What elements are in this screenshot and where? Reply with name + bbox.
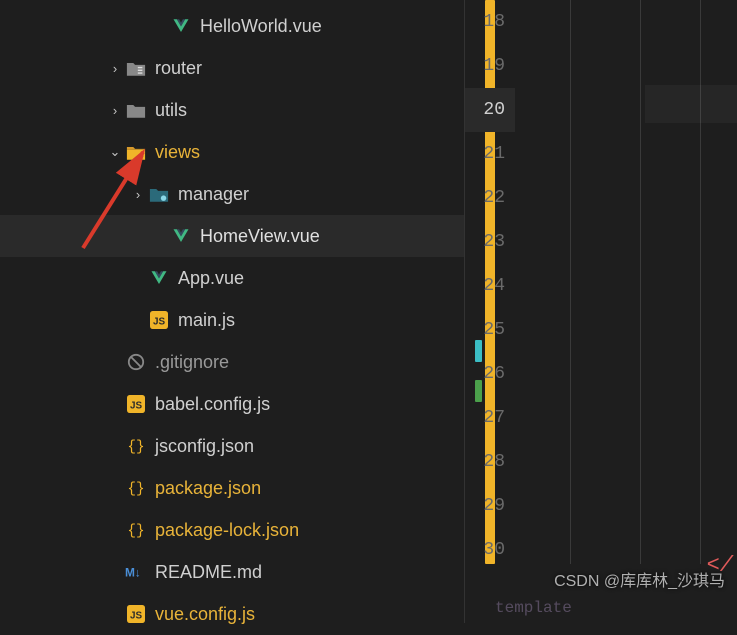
chevron-down-icon[interactable]: ⌄ [105, 144, 125, 160]
tree-item-label: package-lock.json [155, 520, 299, 541]
vue-icon [148, 267, 170, 289]
tree-item-readme-md[interactable]: ›M↓README.md [0, 551, 464, 593]
tree-item-helloworld-vue[interactable]: ›HelloWorld.vue [0, 5, 464, 47]
svg-text:{}: {} [127, 524, 144, 540]
tree-item-label: package.json [155, 478, 261, 499]
svg-text:{}: {} [127, 482, 144, 498]
vue-icon [170, 225, 192, 247]
line-number[interactable]: 26 [465, 352, 515, 396]
line-number[interactable]: 18 [465, 0, 515, 44]
line-number[interactable]: 27 [465, 396, 515, 440]
tree-item-views[interactable]: ⌄ views [0, 131, 464, 173]
tree-item-label: babel.config.js [155, 394, 270, 415]
tree-item-main-js[interactable]: ›JSmain.js [0, 299, 464, 341]
file-explorer-sidebar[interactable]: ›HelloWorld.vue › router › utils ⌄ views › manag… [0, 0, 465, 623]
line-number[interactable]: 19 [465, 44, 515, 88]
tree-item-manager[interactable]: › manager [0, 173, 464, 215]
tree-item-package-lock-json[interactable]: ›{}package-lock.json [0, 509, 464, 551]
tree-item-label: utils [155, 100, 187, 121]
chevron-right-icon[interactable]: › [128, 187, 148, 202]
line-number[interactable]: 29 [465, 484, 515, 528]
tree-item-label: README.md [155, 562, 262, 583]
line-number[interactable]: 24 [465, 264, 515, 308]
tree-item-router[interactable]: › router [0, 47, 464, 89]
tree-item-label: HomeView.vue [200, 226, 320, 247]
svg-text:M↓: M↓ [125, 566, 141, 580]
tree-item-label: views [155, 142, 200, 163]
editor-area[interactable]: 18192021222324252627282930 </ [465, 0, 737, 623]
tree-item-vue-config-js[interactable]: ›JSvue.config.js [0, 593, 464, 635]
line-number[interactable]: 25 [465, 308, 515, 352]
line-number[interactable]: 20 [465, 88, 515, 132]
svg-text:JS: JS [130, 401, 142, 412]
folder-router-icon [125, 57, 147, 79]
svg-text:JS: JS [153, 317, 165, 328]
tree-item-label: vue.config.js [155, 604, 255, 625]
line-number[interactable]: 30 [465, 528, 515, 572]
tree-item-homeview-vue[interactable]: ›HomeView.vue [0, 215, 464, 257]
vue-icon [170, 15, 192, 37]
tree-item-babel-config-js[interactable]: ›JSbabel.config.js [0, 383, 464, 425]
folder-views-icon [125, 141, 147, 163]
line-number-gutter[interactable]: 18192021222324252627282930 [465, 0, 515, 623]
json-icon: {} [125, 477, 147, 499]
js-icon: JS [125, 603, 147, 625]
svg-text:{}: {} [127, 440, 144, 456]
tree-item-package-json[interactable]: ›{}package.json [0, 467, 464, 509]
line-number[interactable]: 28 [465, 440, 515, 484]
tree-item-label: HelloWorld.vue [200, 16, 322, 37]
line-number[interactable]: 23 [465, 220, 515, 264]
tree-item-utils[interactable]: › utils [0, 89, 464, 131]
tree-item-label: main.js [178, 310, 235, 331]
folder-utils-icon [125, 99, 147, 121]
line-number[interactable]: 21 [465, 132, 515, 176]
line-number[interactable]: 22 [465, 176, 515, 220]
chevron-right-icon[interactable]: › [105, 103, 125, 118]
tree-item-app-vue[interactable]: ›App.vue [0, 257, 464, 299]
watermark: CSDN @库库林_沙琪马 [554, 567, 725, 591]
tree-item-jsconfig-json[interactable]: ›{}jsconfig.json [0, 425, 464, 467]
json-icon: {} [125, 519, 147, 541]
json-icon: {} [125, 435, 147, 457]
tree-item-label: .gitignore [155, 352, 229, 373]
js-icon: JS [125, 393, 147, 415]
tree-item-label: App.vue [178, 268, 244, 289]
md-icon: M↓ [125, 561, 147, 583]
folder-manager-icon [148, 183, 170, 205]
chevron-right-icon[interactable]: › [105, 61, 125, 76]
tree-item-label: jsconfig.json [155, 436, 254, 457]
svg-text:JS: JS [130, 611, 142, 622]
gitignore-icon [125, 351, 147, 373]
js-icon: JS [148, 309, 170, 331]
tree-item--gitignore[interactable]: ›.gitignore [0, 341, 464, 383]
minimap-viewport[interactable] [645, 85, 737, 123]
breadcrumb-hint: template [465, 593, 737, 623]
tree-item-label: router [155, 58, 202, 79]
tree-item-label: manager [178, 184, 249, 205]
